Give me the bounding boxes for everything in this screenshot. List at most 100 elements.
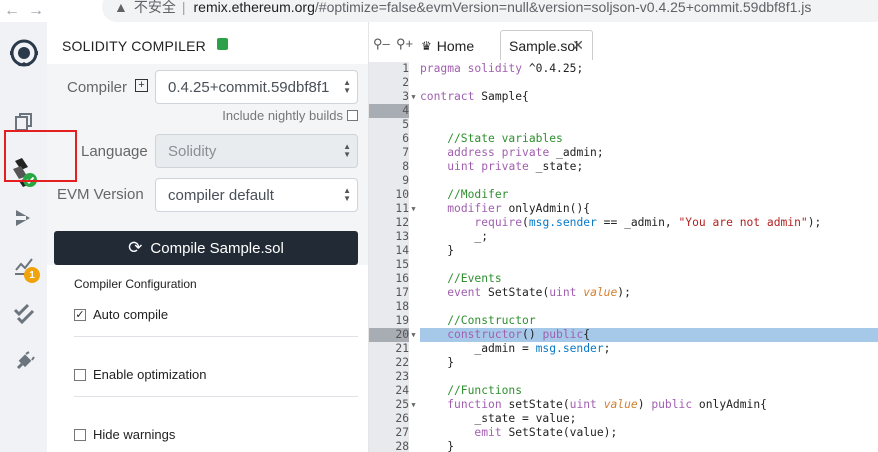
code-line[interactable]: 2 — [369, 76, 878, 90]
code-line[interactable]: 9 — [369, 174, 878, 188]
code-line[interactable]: 3 ▼ contract Sample{ — [369, 90, 878, 104]
evm-version-label: EVM Version — [57, 186, 144, 203]
fold-arrow-icon[interactable]: ▼ — [409, 202, 418, 216]
remix-logo-icon[interactable] — [0, 36, 47, 72]
code-line[interactable]: 10 //Modifer — [369, 188, 878, 202]
code-line[interactable]: 17 event SetState(uint value); — [369, 286, 878, 300]
line-number: 24 — [369, 384, 409, 398]
code-line[interactable]: 13 _; — [369, 230, 878, 244]
deploy-run-icon[interactable] — [0, 200, 47, 236]
auto-compile-checkbox[interactable]: ✓ — [74, 308, 86, 321]
select-caret-icon: ▲ ▼ — [343, 78, 351, 95]
line-code: _admin = msg.sender; — [420, 342, 611, 355]
analysis-badge: 1 — [24, 267, 40, 283]
warning-triangle-icon[interactable]: ▲ — [114, 0, 128, 15]
documentation-icon[interactable] — [217, 38, 228, 50]
code-line[interactable]: 27 emit SetState(value); — [369, 426, 878, 440]
line-number: 17 — [369, 286, 409, 300]
line-number: 7 — [369, 146, 409, 160]
plugin-icon[interactable] — [0, 344, 47, 380]
line-code: _state = value; — [420, 412, 577, 425]
code-line[interactable]: 12 require(msg.sender == _admin, "You ar… — [369, 216, 878, 230]
divider — [74, 336, 358, 337]
config-title: Compiler Configuration — [74, 277, 197, 291]
compiler-label: Compiler — [67, 79, 128, 96]
code-line[interactable]: 22 } — [369, 356, 878, 370]
code-line[interactable]: 11 ▼ modifier onlyAdmin(){ — [369, 202, 878, 216]
hide-warnings-option[interactable]: Hide warnings — [74, 427, 175, 442]
line-code: _; — [420, 230, 489, 243]
hide-warnings-checkbox[interactable] — [74, 428, 86, 441]
line-number: 15 — [369, 258, 409, 272]
forward-arrow-icon[interactable]: → — [24, 2, 48, 20]
enable-optimization-option[interactable]: Enable optimization — [74, 367, 206, 382]
code-line[interactable]: 14 } — [369, 244, 878, 258]
code-line[interactable]: 25 ▼ function setState(uint value) public… — [369, 398, 878, 412]
line-code: pragma solidity ^0.4.25; — [420, 62, 584, 75]
code-line[interactable]: 7 address private _admin; — [369, 146, 878, 160]
analysis-icon[interactable] — [0, 248, 47, 284]
hide-warnings-label: Hide warnings — [93, 427, 176, 442]
line-number: 20 — [369, 328, 409, 342]
zoom-out-icon[interactable]: ⚲– — [373, 36, 390, 52]
fold-arrow-icon[interactable]: ▼ — [409, 398, 418, 412]
tab-home[interactable]: ♛ Home — [421, 38, 474, 54]
code-line[interactable]: 26 _state = value; — [369, 412, 878, 426]
code-line[interactable]: 1 pragma solidity ^0.4.25; — [369, 62, 878, 76]
code-line[interactable]: 20 ▼ constructor() public{ — [369, 328, 878, 342]
fold-arrow-icon[interactable]: ▼ — [409, 328, 418, 342]
compile-button[interactable]: ⟳ Compile Sample.sol — [54, 231, 358, 265]
line-code: emit SetState(value); — [474, 426, 618, 439]
auto-compile-label: Auto compile — [93, 307, 169, 322]
code-area[interactable]: 1 pragma solidity ^0.4.25; 2 3 ▼ contract Sam… — [369, 62, 878, 452]
language-select[interactable]: Solidity ▲ ▼ — [155, 134, 358, 168]
compile-button-label: Compile Sample.sol — [150, 239, 284, 257]
url-path[interactable]: /#optimize=false&evmVersion=null&version… — [315, 0, 812, 15]
url-host[interactable]: remix.ethereum.org — [194, 0, 315, 15]
line-code: } — [420, 440, 455, 452]
compiler-select[interactable]: 0.4.25+commit.59dbf8f1 ▲ ▼ — [155, 70, 358, 104]
add-compiler-icon[interactable]: + — [135, 79, 148, 92]
line-number: 11 — [369, 202, 409, 216]
address-bar[interactable]: ▲ 不安全 | remix.ethereum.org/#optimize=fal… — [102, 0, 878, 22]
enable-optimization-checkbox[interactable] — [74, 368, 86, 381]
evm-version-select[interactable]: compiler default ▲ ▼ — [155, 178, 358, 212]
code-line[interactable]: 28 } — [369, 440, 878, 452]
auto-compile-option[interactable]: ✓ Auto compile — [74, 307, 168, 322]
line-number: 22 — [369, 356, 409, 370]
code-line[interactable]: 15 — [369, 258, 878, 272]
code-line[interactable]: 6 //State variables — [369, 132, 878, 146]
language-label: Language — [81, 143, 148, 160]
security-label[interactable]: 不安全 — [134, 0, 176, 17]
line-code: constructor() public{ — [420, 328, 878, 342]
line-number: 12 — [369, 216, 409, 230]
remix-home-icon: ♛ — [421, 39, 432, 53]
select-caret-icon: ▲ ▼ — [343, 186, 351, 203]
highlight-box — [4, 130, 77, 182]
code-line[interactable]: 18 — [369, 300, 878, 314]
back-arrow-icon[interactable]: ← — [0, 2, 24, 20]
zoom-in-icon[interactable]: ⚲+ — [396, 36, 413, 52]
nightly-builds-option[interactable]: Include nightly builds — [222, 108, 358, 123]
line-code: //Events — [420, 272, 502, 285]
browser-toolbar: ← → ▲ 不安全 | remix.ethereum.org/#optimize… — [0, 0, 878, 23]
testing-icon[interactable] — [0, 296, 47, 332]
code-line[interactable]: 4 — [369, 104, 878, 118]
line-code: //State variables — [420, 132, 563, 145]
nightly-builds-checkbox[interactable] — [347, 110, 358, 121]
line-number: 25 — [369, 398, 409, 412]
code-line[interactable]: 21 _admin = msg.sender; — [369, 342, 878, 356]
tab-sample-sol[interactable]: Sample.sol ✕ — [500, 30, 593, 60]
code-line[interactable]: 5 — [369, 118, 878, 132]
code-line[interactable]: 16 //Events — [369, 272, 878, 286]
code-line[interactable]: 24 //Functions — [369, 384, 878, 398]
evm-version-select-value: compiler default — [168, 187, 274, 204]
panel-title: SOLIDITY COMPILER — [62, 38, 206, 54]
code-line[interactable]: 19 //Constructor — [369, 314, 878, 328]
line-number: 19 — [369, 314, 409, 328]
enable-optimization-label: Enable optimization — [93, 367, 207, 382]
code-line[interactable]: 8 uint private _state; — [369, 160, 878, 174]
fold-arrow-icon[interactable]: ▼ — [409, 90, 418, 104]
close-tab-icon[interactable]: ✕ — [572, 37, 584, 54]
code-line[interactable]: 23 — [369, 370, 878, 384]
